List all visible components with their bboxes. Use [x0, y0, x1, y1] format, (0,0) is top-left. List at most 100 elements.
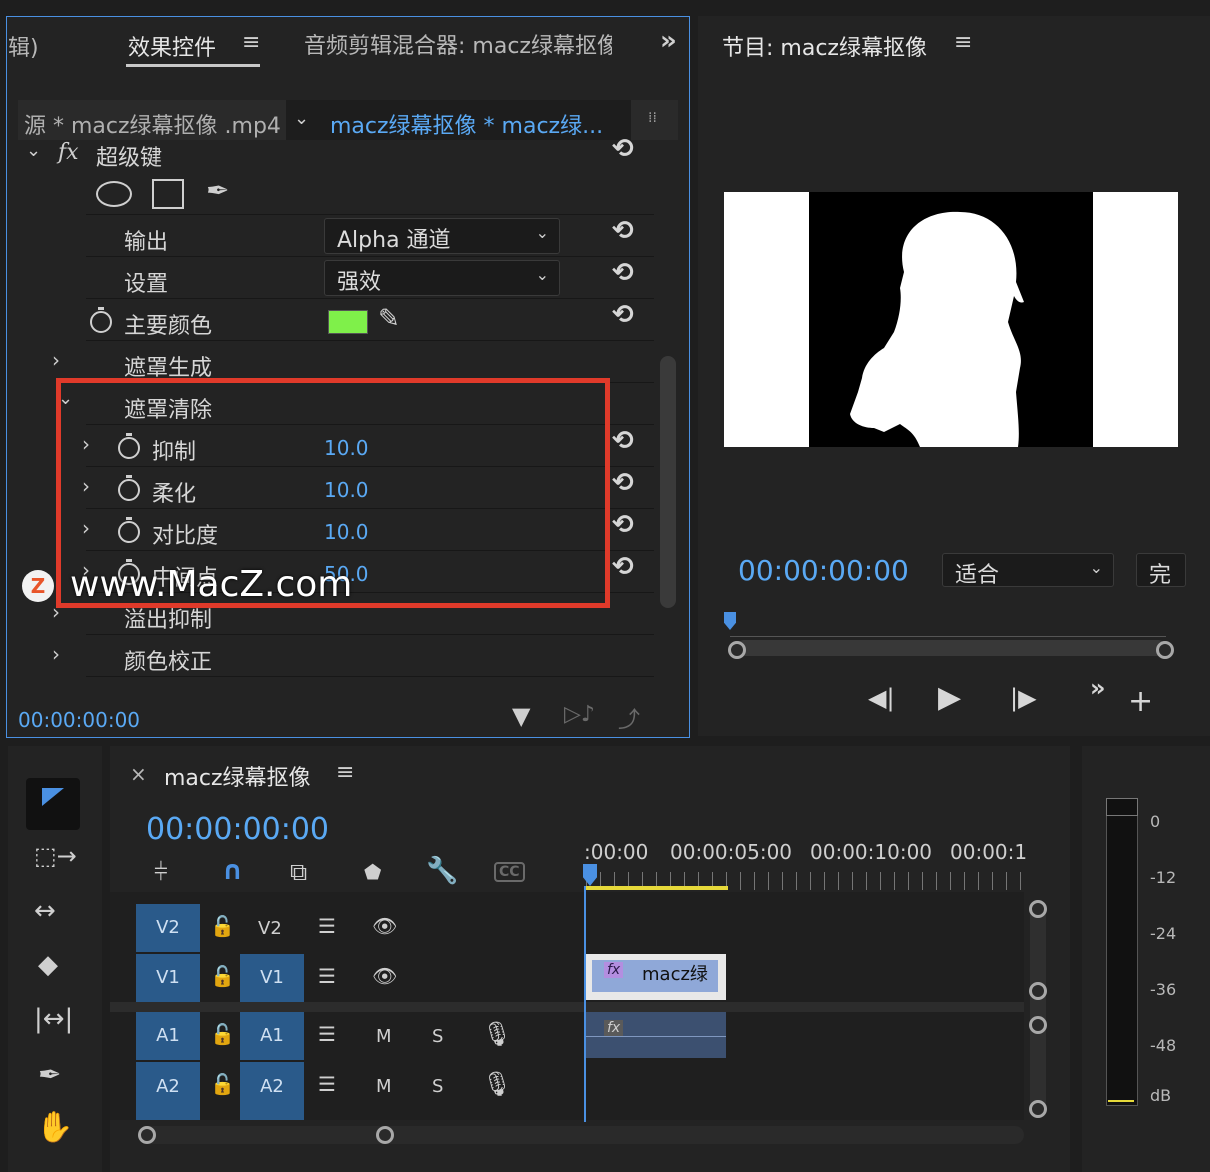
- play-audio-icon[interactable]: ▷♪: [564, 702, 595, 727]
- sync-lock-icon[interactable]: ☰: [318, 964, 336, 988]
- reset-icon[interactable]: ⟲: [612, 300, 634, 330]
- lock-icon[interactable]: 🔓: [210, 914, 235, 938]
- rectangle-mask-icon[interactable]: [152, 179, 184, 209]
- slip-tool-icon[interactable]: |↔|: [34, 1004, 73, 1034]
- export-icon[interactable]: ⤴: [618, 702, 640, 734]
- reset-icon[interactable]: ⟲: [612, 258, 634, 288]
- step-forward-icon[interactable]: |▶: [1010, 684, 1037, 712]
- fit-dropdown[interactable]: 适合 ⌄: [942, 553, 1114, 588]
- vertical-scrollbar[interactable]: [660, 356, 676, 608]
- captions-icon[interactable]: CC: [494, 862, 525, 882]
- more-controls-icon[interactable]: »: [1090, 674, 1106, 702]
- target-track-v2[interactable]: V2: [258, 918, 282, 939]
- timeline-vscroll[interactable]: [1030, 900, 1046, 1110]
- clip-fx-badge[interactable]: fx: [604, 962, 624, 978]
- panel-menu-icon[interactable]: ≡: [336, 760, 354, 785]
- lock-icon[interactable]: 🔓: [210, 1072, 235, 1096]
- timeline-hscroll[interactable]: [140, 1126, 1024, 1144]
- panel-menu-icon[interactable]: ≡: [954, 30, 972, 55]
- vscroll-handle[interactable]: [1029, 1100, 1047, 1118]
- hscroll-end-handle[interactable]: [376, 1126, 394, 1144]
- audio-clip[interactable]: fx: [586, 1012, 726, 1058]
- source-track-a2[interactable]: A2: [136, 1062, 200, 1120]
- output-dropdown[interactable]: Alpha 通道 ⌄: [324, 218, 560, 254]
- tab-fragment[interactable]: 辑): [8, 30, 39, 62]
- stopwatch-icon[interactable]: [90, 307, 112, 333]
- reset-icon[interactable]: ⟲: [612, 510, 634, 540]
- clip-fx-badge[interactable]: fx: [604, 1020, 624, 1036]
- track-select-tool-icon[interactable]: ⬚→: [34, 842, 77, 870]
- effect-controls-timecode[interactable]: 00:00:00:00: [18, 708, 140, 732]
- microphone-icon[interactable]: 🎙: [482, 1070, 512, 1098]
- razor-tool-icon[interactable]: ◆: [38, 950, 58, 980]
- insert-sequence-icon[interactable]: ⫩: [154, 858, 168, 886]
- video-frame[interactable]: [724, 192, 1178, 447]
- play-icon[interactable]: ▶: [938, 680, 961, 715]
- vscroll-handle[interactable]: [1029, 900, 1047, 918]
- solo-button[interactable]: S: [432, 1076, 443, 1097]
- tab-effect-controls[interactable]: 效果控件: [128, 30, 216, 62]
- filter-icon[interactable]: ▼: [512, 702, 530, 730]
- ripple-edit-tool-icon[interactable]: ↔: [34, 896, 56, 926]
- reset-icon[interactable]: ⟲: [612, 426, 634, 456]
- zoom-start-handle[interactable]: [728, 641, 746, 659]
- sequence-label[interactable]: macz绿幕抠像 * macz绿...: [330, 108, 603, 140]
- sync-lock-icon[interactable]: ☰: [318, 1022, 336, 1046]
- target-track-a2[interactable]: A2: [240, 1062, 304, 1120]
- tab-audio-mixer[interactable]: 音频剪辑混合器: macz绿幕抠像: [304, 28, 612, 60]
- lock-icon[interactable]: 🔓: [210, 1022, 235, 1046]
- wrench-icon[interactable]: 🔧: [426, 856, 458, 886]
- close-icon[interactable]: ×: [130, 762, 147, 786]
- microphone-icon[interactable]: 🎙: [482, 1020, 512, 1048]
- target-track-v1[interactable]: V1: [240, 954, 304, 1002]
- source-track-a1[interactable]: A1: [136, 1012, 200, 1060]
- sync-lock-icon[interactable]: ☰: [318, 914, 336, 938]
- selection-tool-icon[interactable]: [26, 778, 80, 830]
- ellipse-mask-icon[interactable]: [96, 181, 132, 207]
- program-timecode[interactable]: 00:00:00:00: [738, 554, 909, 587]
- eye-icon[interactable]: 👁: [372, 914, 397, 938]
- pen-mask-icon[interactable]: ✒: [206, 174, 229, 207]
- eye-icon[interactable]: 👁: [372, 964, 397, 988]
- add-marker-icon[interactable]: ⬟: [364, 860, 381, 884]
- hand-tool-icon[interactable]: ✋: [36, 1110, 73, 1145]
- setting-dropdown[interactable]: 强效 ⌄: [324, 260, 560, 296]
- source-track-v2[interactable]: V2: [136, 904, 200, 952]
- source-track-v1[interactable]: V1: [136, 954, 200, 1002]
- target-track-a1[interactable]: A1: [240, 1012, 304, 1060]
- step-back-icon[interactable]: ◀|: [868, 684, 895, 712]
- pen-tool-icon[interactable]: ✒: [38, 1058, 61, 1091]
- reset-icon[interactable]: ⟲: [612, 468, 634, 498]
- mute-button[interactable]: M: [376, 1026, 392, 1047]
- quality-dropdown[interactable]: 完: [1136, 553, 1186, 587]
- sync-lock-icon[interactable]: ☰: [318, 1072, 336, 1096]
- sequence-name[interactable]: macz绿幕抠像: [164, 760, 311, 792]
- reset-icon[interactable]: ⟲: [612, 552, 634, 582]
- vscroll-handle[interactable]: [1029, 1016, 1047, 1034]
- collapse-chevron-icon[interactable]: ⌄: [26, 140, 41, 161]
- lock-icon[interactable]: 🔓: [210, 964, 235, 988]
- program-zoom-bar[interactable]: [736, 640, 1166, 656]
- panel-menu-icon[interactable]: ≡: [242, 30, 260, 55]
- timeline-timecode[interactable]: 00:00:00:00: [146, 812, 329, 847]
- reset-icon[interactable]: ⟲: [612, 216, 634, 246]
- add-button-icon[interactable]: +: [1128, 684, 1153, 719]
- fx-icon[interactable]: fx: [58, 140, 79, 165]
- drag-handle-icon[interactable]: ⁞⁞: [648, 110, 657, 126]
- source-label[interactable]: 源 * macz绿幕抠像 .mp4: [24, 108, 281, 140]
- expand-chevron-icon[interactable]: ›: [52, 348, 60, 372]
- program-ruler[interactable]: [730, 624, 1166, 637]
- solo-button[interactable]: S: [432, 1026, 443, 1047]
- work-area-bar[interactable]: [586, 886, 728, 890]
- video-clip[interactable]: fx macz绿: [586, 954, 726, 1000]
- more-tabs-icon[interactable]: »: [660, 26, 677, 56]
- eyedropper-icon[interactable]: ✎: [378, 304, 400, 334]
- mute-button[interactable]: M: [376, 1076, 392, 1097]
- chevron-down-icon[interactable]: ⌄: [294, 108, 309, 129]
- hscroll-start-handle[interactable]: [138, 1126, 156, 1144]
- vscroll-handle[interactable]: [1029, 982, 1047, 1000]
- zoom-end-handle[interactable]: [1156, 641, 1174, 659]
- expand-chevron-icon[interactable]: ›: [52, 642, 60, 666]
- reset-icon[interactable]: ⟲: [612, 134, 634, 164]
- program-title[interactable]: 节目: macz绿幕抠像: [722, 30, 927, 62]
